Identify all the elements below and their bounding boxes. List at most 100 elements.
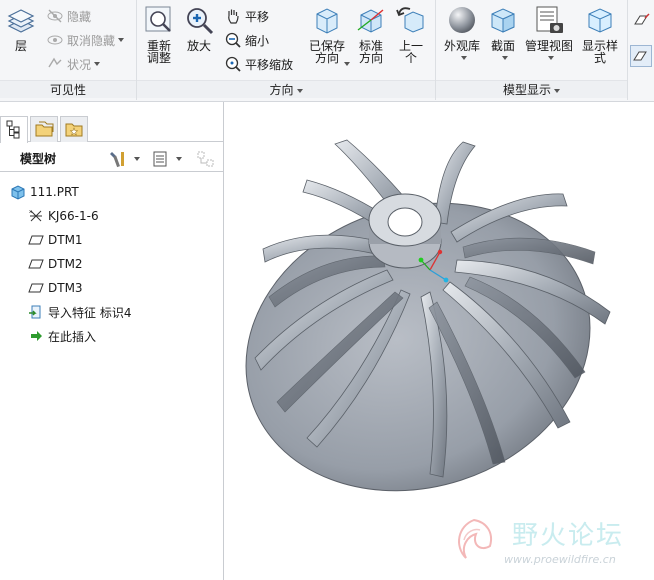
display-style-cube-icon (584, 4, 616, 36)
navigator-panel: 模型树 111.PRT x KJ66-1-6 DTM1 DTM2 DTM3 导入… (0, 102, 224, 580)
section-cube-icon (487, 4, 519, 36)
pan-button[interactable]: 平移 (224, 5, 269, 27)
standard-orientation-button[interactable]: 标准 方向 (353, 4, 389, 64)
tree-filter-button[interactable] (196, 149, 216, 172)
status-label: 状况 (67, 57, 92, 72)
chevron-down-icon (344, 62, 350, 66)
favorites-icon (65, 123, 83, 137)
eye-icon (46, 31, 64, 49)
tree-item-insert-here[interactable]: 在此插入 (0, 324, 224, 348)
previous-view-label: 上一 个 (398, 39, 423, 65)
orientation-group: 重新 调整 放大 平移 缩小 平移缩放 已保存 方向 标准 方向 上一 个 方向 (137, 0, 436, 100)
part-icon (10, 184, 26, 200)
hand-icon (224, 7, 242, 25)
manage-views-button[interactable]: 管理视图 (524, 4, 574, 60)
unhide-label: 取消隐藏 (67, 33, 116, 48)
section-label: 截面 (490, 39, 515, 53)
tree-item-label: 导入特征 标识4 (48, 305, 132, 320)
zoom-out-label: 缩小 (245, 33, 270, 48)
section-button[interactable]: 截面 (488, 4, 518, 60)
tree-item-import-feature[interactable]: 导入特征 标识4 (0, 300, 224, 324)
model-display-group: 外观库 截面 管理视图 显示样 式 模型显示 (436, 0, 628, 100)
refit-button[interactable]: 重新 调整 (143, 4, 175, 64)
tree-item-dtm3[interactable]: DTM3 (0, 276, 224, 300)
model-tree-icon (6, 120, 20, 139)
watermark-title: 野火论坛 (512, 521, 625, 551)
tab-model-tree[interactable] (0, 116, 28, 143)
saved-orientations-label: 已保存 方向 (308, 39, 345, 65)
status-icon (46, 55, 64, 73)
previous-view-icon (395, 4, 427, 36)
manage-views-label: 管理视图 (524, 39, 573, 53)
appearance-gallery-label: 外观库 (443, 39, 480, 53)
pan-zoom-button[interactable]: 平移缩放 (224, 53, 293, 75)
layer-button[interactable]: 层 (4, 4, 38, 52)
status-button[interactable]: 状况 (46, 53, 101, 75)
pan-label: 平移 (245, 9, 270, 24)
unhide-button[interactable]: 取消隐藏 (46, 29, 125, 51)
chevron-down-icon (554, 88, 560, 93)
pan-zoom-label: 平移缩放 (245, 57, 294, 72)
datum-plane-icon (28, 280, 44, 296)
saved-orientations-button[interactable]: 已保存 方向 (307, 4, 350, 66)
tree-item-label: DTM3 (48, 281, 83, 295)
annotation-display-icon[interactable] (632, 10, 652, 30)
refit-icon (143, 4, 175, 36)
pan-zoom-icon (224, 55, 242, 73)
zoom-in-button[interactable]: 放大 (183, 4, 215, 52)
tree-item-part[interactable]: 111.PRT (0, 180, 224, 204)
display-toggle-icon[interactable] (630, 45, 652, 67)
datum-plane-icon (28, 232, 44, 248)
display-style-label: 显示样 式 (581, 39, 618, 65)
tree-item-label: KJ66-1-6 (48, 209, 99, 223)
watermark-url: www.proewildfire.cn (504, 553, 616, 566)
tab-folder-browser[interactable] (30, 116, 58, 142)
graphics-viewport[interactable] (225, 102, 654, 580)
tools-icon (110, 152, 124, 168)
list-icon (153, 151, 167, 167)
display-style-button[interactable]: 显示样 式 (580, 4, 620, 64)
tree-item-label: 在此插入 (48, 329, 97, 344)
zoom-in-icon (183, 4, 215, 36)
tree-item-dtm2[interactable]: DTM2 (0, 252, 224, 276)
model-display-group-label[interactable]: 模型显示 (436, 80, 627, 98)
zoom-out-button[interactable]: 缩小 (224, 29, 269, 51)
tree-item-csys[interactable]: x KJ66-1-6 (0, 204, 224, 228)
impeller-model (245, 139, 611, 492)
tree-filter-icon (197, 151, 214, 167)
show-columns-button[interactable] (150, 149, 182, 169)
watermark-logo (458, 518, 492, 559)
hide-button[interactable]: 隐藏 (46, 5, 91, 27)
tab-favorites[interactable] (60, 116, 88, 142)
refit-label: 重新 调整 (146, 39, 171, 65)
tree-settings-button[interactable] (108, 149, 140, 169)
datum-plane-icon (28, 256, 44, 272)
previous-view-button[interactable]: 上一 个 (395, 4, 427, 64)
chevron-down-icon (176, 157, 182, 161)
chevron-down-icon (134, 157, 140, 161)
layers-icon (5, 4, 37, 36)
svg-text:x: x (29, 209, 32, 215)
zoom-in-label: 放大 (186, 39, 211, 53)
standard-orientation-label: 标准 方向 (358, 39, 383, 65)
folder-icon (35, 121, 54, 137)
manage-views-icon (533, 4, 565, 36)
eye-hidden-icon (46, 7, 64, 25)
orientation-group-label[interactable]: 方向 (137, 80, 435, 98)
saved-views-icon (311, 4, 343, 36)
layer-label: 层 (14, 39, 27, 53)
tree-item-label: DTM2 (48, 257, 83, 271)
navigator-tabs (0, 114, 224, 143)
standard-orientation-icon (355, 4, 387, 36)
tree-item-dtm1[interactable]: DTM1 (0, 228, 224, 252)
insert-here-arrow-icon (28, 328, 44, 344)
model-tree-title: 模型树 (20, 152, 57, 166)
chevron-down-icon (460, 56, 467, 60)
visibility-group: 层 隐藏 取消隐藏 状况 可见性 (0, 0, 137, 100)
chevron-down-icon (547, 56, 554, 60)
appearance-gallery-button[interactable]: 外观库 (440, 4, 484, 60)
sphere-icon (446, 4, 478, 36)
model-tree-header: 模型树 (0, 146, 224, 172)
zoom-out-icon (224, 31, 242, 49)
chevron-down-icon (296, 88, 303, 93)
